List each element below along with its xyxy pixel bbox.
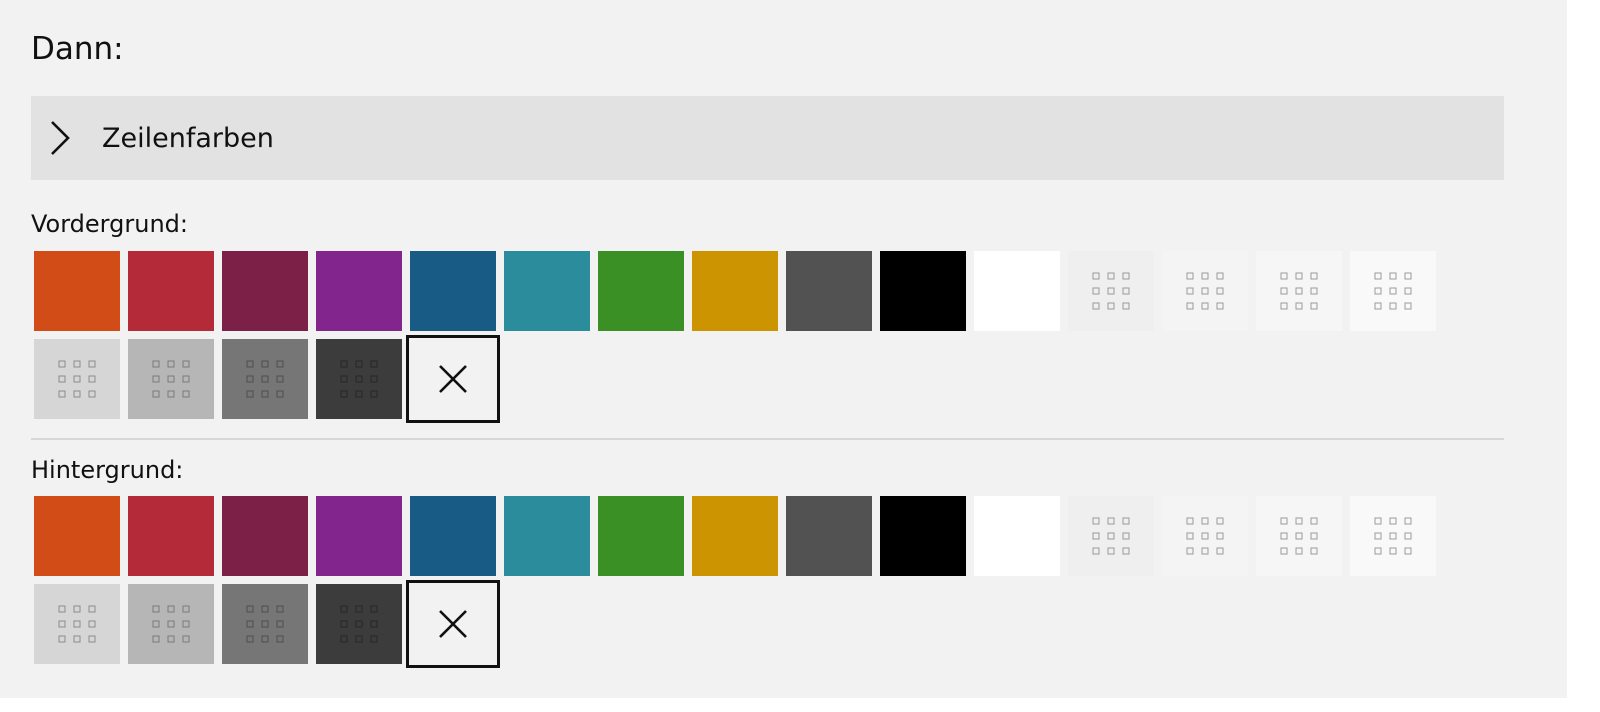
foreground-swatch-gray-2[interactable] xyxy=(1162,251,1248,331)
grid-pattern-icon xyxy=(1280,272,1318,310)
accordion-label: Zeilenfarben xyxy=(102,122,274,154)
foreground-swatch-gray-3[interactable] xyxy=(1256,251,1342,331)
foreground-swatch-teal[interactable] xyxy=(504,251,590,331)
grid-pattern-icon xyxy=(246,605,284,643)
background-swatch-gray-7[interactable] xyxy=(222,584,308,664)
foreground-swatch-gray-6[interactable] xyxy=(128,339,214,419)
grid-pattern-icon xyxy=(1186,272,1224,310)
background-swatch-teal[interactable] xyxy=(504,496,590,576)
background-swatch-blue[interactable] xyxy=(410,496,496,576)
background-swatch-red[interactable] xyxy=(128,496,214,576)
foreground-swatch-maroon[interactable] xyxy=(222,251,308,331)
foreground-swatch-gray-1[interactable] xyxy=(1068,251,1154,331)
foreground-swatch-dark-gray[interactable] xyxy=(786,251,872,331)
background-swatch-gray-3[interactable] xyxy=(1256,496,1342,576)
background-swatch-gray-4[interactable] xyxy=(1350,496,1436,576)
background-clear-button[interactable] xyxy=(406,580,500,668)
foreground-swatch-orange[interactable] xyxy=(34,251,120,331)
background-swatch-purple[interactable] xyxy=(316,496,402,576)
grid-pattern-icon xyxy=(1186,517,1224,555)
background-swatch-gray-2[interactable] xyxy=(1162,496,1248,576)
foreground-swatch-white[interactable] xyxy=(974,251,1060,331)
background-swatch-dark-gray[interactable] xyxy=(786,496,872,576)
grid-pattern-icon xyxy=(1092,272,1130,310)
grid-pattern-icon xyxy=(1092,517,1130,555)
background-palette xyxy=(30,492,1450,668)
foreground-swatch-gray-7[interactable] xyxy=(222,339,308,419)
grid-pattern-icon xyxy=(340,605,378,643)
background-swatch-gray-8[interactable] xyxy=(316,584,402,664)
foreground-palette xyxy=(30,247,1450,423)
then-heading: Dann: xyxy=(31,31,124,67)
condition-panel: Dann: Zeilenfarben Vordergrund: Hintergr… xyxy=(0,0,1567,698)
close-icon xyxy=(439,610,467,638)
background-swatch-black[interactable] xyxy=(880,496,966,576)
foreground-clear-button[interactable] xyxy=(406,335,500,423)
foreground-swatch-black[interactable] xyxy=(880,251,966,331)
grid-pattern-icon xyxy=(58,605,96,643)
grid-pattern-icon xyxy=(58,360,96,398)
background-label: Hintergrund: xyxy=(31,456,184,484)
grid-pattern-icon xyxy=(152,360,190,398)
row-colors-accordion[interactable]: Zeilenfarben xyxy=(31,96,1504,180)
chevron-right-icon xyxy=(47,120,71,156)
foreground-swatch-gold[interactable] xyxy=(692,251,778,331)
background-swatch-gold[interactable] xyxy=(692,496,778,576)
background-swatch-gray-5[interactable] xyxy=(34,584,120,664)
grid-pattern-icon xyxy=(1280,517,1318,555)
grid-pattern-icon xyxy=(340,360,378,398)
background-swatch-white[interactable] xyxy=(974,496,1060,576)
foreground-swatch-gray-8[interactable] xyxy=(316,339,402,419)
foreground-swatch-green[interactable] xyxy=(598,251,684,331)
divider xyxy=(31,438,1504,440)
background-swatch-gray-1[interactable] xyxy=(1068,496,1154,576)
foreground-swatch-blue[interactable] xyxy=(410,251,496,331)
background-swatch-gray-6[interactable] xyxy=(128,584,214,664)
foreground-swatch-gray-5[interactable] xyxy=(34,339,120,419)
foreground-swatch-purple[interactable] xyxy=(316,251,402,331)
foreground-label: Vordergrund: xyxy=(31,210,188,238)
foreground-swatch-red[interactable] xyxy=(128,251,214,331)
grid-pattern-icon xyxy=(246,360,284,398)
grid-pattern-icon xyxy=(1374,517,1412,555)
background-swatch-maroon[interactable] xyxy=(222,496,308,576)
close-icon xyxy=(439,365,467,393)
background-swatch-orange[interactable] xyxy=(34,496,120,576)
background-swatch-green[interactable] xyxy=(598,496,684,576)
grid-pattern-icon xyxy=(152,605,190,643)
foreground-swatch-gray-4[interactable] xyxy=(1350,251,1436,331)
grid-pattern-icon xyxy=(1374,272,1412,310)
